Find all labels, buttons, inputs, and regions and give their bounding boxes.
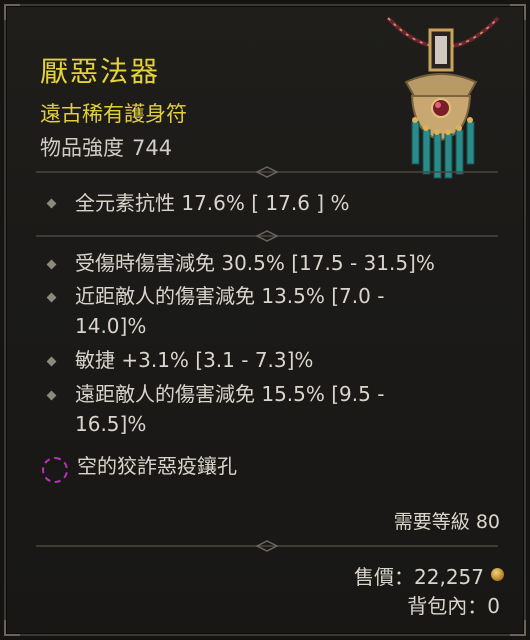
affix-line: 近距敵人的傷害減免 13.5% [7.0 - [75, 284, 385, 308]
item-name: 厭惡法器 [40, 55, 161, 88]
affix-line: 敏捷 +3.1% [3.1 - 7.3]% [75, 348, 314, 372]
affix-stat: 近距敵人的傷害減免 13.5% [7.0 - 14.0]% [75, 281, 475, 341]
level-requirement-value: 80 [475, 511, 500, 533]
frame-corner [4, 620, 20, 636]
implicit-stat: 全元素抗性 17.6% [ 17.6 ] % [75, 191, 350, 215]
affix-line-wrap: 16.5]% [75, 412, 147, 436]
item-rarity: 遠古稀有護身符 [40, 102, 187, 126]
affix-stat: 受傷時傷害減免 30.5% [17.5 - 31.5]% [75, 248, 475, 278]
affix-line: 遠距敵人的傷害減免 15.5% [9.5 - [75, 382, 385, 406]
divider [36, 166, 498, 178]
level-requirement: 需要等級 80 [394, 507, 500, 534]
gold-coin-icon [491, 568, 504, 581]
affix-stat: 遠距敵人的傷害減免 15.5% [9.5 - 16.5]% [75, 379, 475, 439]
socket-label: 空的狡詐惡疫鑲孔 [77, 454, 237, 478]
affix-line: 受傷時傷害減免 30.5% [17.5 - 31.5]% [75, 251, 435, 275]
item-power-value: 744 [132, 136, 173, 160]
affix-stat: 敏捷 +3.1% [3.1 - 7.3]% [75, 345, 475, 375]
sell-price: 售價：22,257 [354, 565, 484, 589]
frame-corner [4, 4, 20, 20]
level-requirement-label: 需要等級 [393, 511, 470, 533]
empty-socket-icon [42, 457, 68, 483]
item-power-label: 物品強度 [40, 136, 124, 160]
divider [36, 540, 498, 552]
divider [36, 230, 498, 242]
item-power: 物品強度 744 [40, 132, 172, 162]
affix-line-wrap: 14.0]% [75, 314, 147, 338]
amulet-icon [386, 16, 500, 179]
bag-count: 背包內：0 [407, 594, 500, 618]
frame-corner [510, 620, 526, 636]
